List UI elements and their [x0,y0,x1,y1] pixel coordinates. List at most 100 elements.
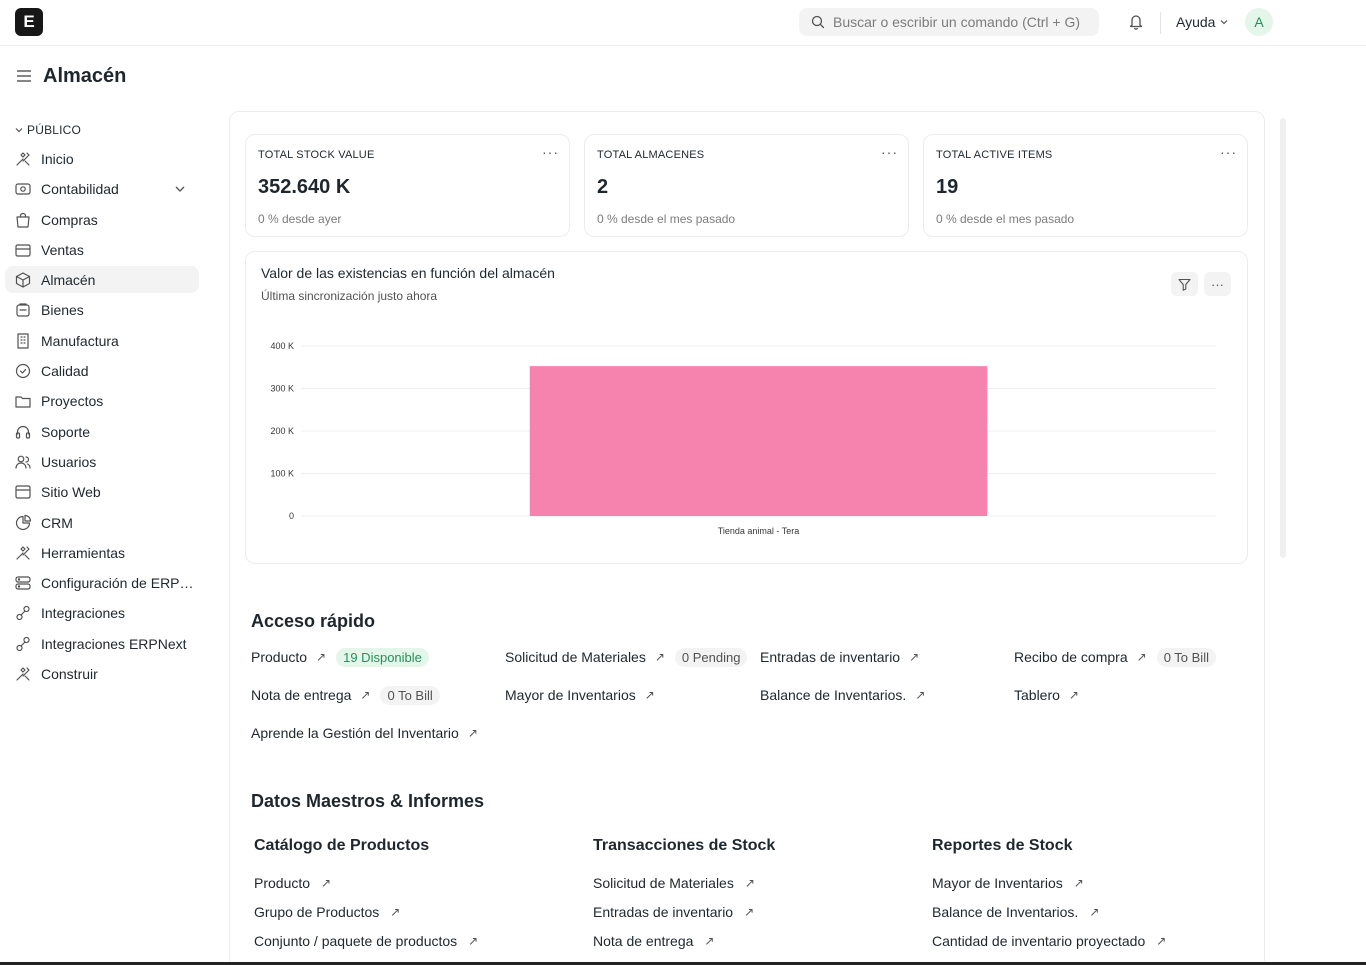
report-link[interactable]: Balance de Inventarios. ↗ [932,904,1099,920]
shortcut-item[interactable]: Nota de entrega ↗ 0 To Bill [251,685,440,705]
sidebar-item-label: Almacén [41,271,96,288]
card-menu-icon[interactable]: ··· [1220,144,1237,160]
sidebar-item-contabilidad[interactable]: Contabilidad [5,175,199,202]
sidebar-item-calidad[interactable]: Calidad [5,357,199,384]
sidebar-toggle-icon[interactable] [16,69,32,83]
shortcut-item[interactable]: Aprende la Gestión del Inventario ↗ [251,723,478,743]
sidebar-item-almacén[interactable]: Almacén [5,266,199,293]
card-menu-icon[interactable]: ··· [881,144,898,160]
arrow-up-right-icon: ↗ [909,650,920,664]
card-column-title: Transacciones de Stock [593,837,776,854]
arrow-up-right-icon: ↗ [1136,650,1147,664]
shortcut-item[interactable]: Balance de Inventarios. ↗ [760,685,925,705]
sidebar-item-inicio[interactable]: Inicio [5,145,199,172]
sidebar-item-soporte[interactable]: Soporte [5,418,199,445]
sidebar-item-label: Ventas [41,241,84,258]
report-link[interactable]: Cantidad de inventario proyectado ↗ [932,933,1166,949]
sidebar-item-integraciones[interactable]: Integraciones [5,599,199,626]
sidebar-item-label: Contabilidad [41,180,119,197]
card-label: TOTAL ALMACENES [597,149,705,161]
y-tick-label: 400 K [270,341,294,351]
tools-icon [14,150,32,168]
report-link-label: Nota de entrega [593,933,694,949]
sidebar-item-usuarios[interactable]: Usuarios [5,448,199,475]
navbar-divider [1160,12,1161,34]
card-value: 352.640 K [258,176,351,198]
user-avatar[interactable]: A [1245,8,1273,36]
sidebar-item-label: Sitio Web [41,483,101,500]
report-link[interactable]: Solicitud de Materiales ↗ [593,875,755,891]
tools-icon [14,544,32,562]
scrollbar[interactable] [1280,118,1286,558]
sidebar-item-integraciones-erpnext[interactable]: Integraciones ERPNext [5,630,199,657]
report-link-label: Conjunto / paquete de productos [254,933,458,949]
sidebar-item-construir[interactable]: Construir [5,660,199,687]
notification-bell-icon[interactable] [1128,13,1144,30]
help-label: Ayuda [1176,14,1216,30]
sidebar-item-label: Inicio [41,150,74,167]
number-card-active-items[interactable]: TOTAL ACTIVE ITEMS ··· 19 0 % desde el m… [923,134,1248,237]
shortcut-item[interactable]: Solicitud de Materiales ↗ 0 Pending [505,647,748,667]
assets-icon [14,301,32,319]
report-link[interactable]: Grupo de Productos ↗ [254,904,400,920]
box-icon [14,271,32,289]
shortcut-item[interactable]: Tablero ↗ [1014,685,1079,705]
search-bar[interactable] [799,8,1099,36]
report-link-label: Balance de Inventarios. [932,904,1079,920]
sidebar-item-compras[interactable]: Compras [5,206,199,233]
shortcut-label: Balance de Inventarios. [760,687,907,703]
shortcut-item[interactable]: Entradas de inventario ↗ [760,647,919,667]
sidebar-item-label: Herramientas [41,544,126,561]
sidebar-item-sitio-web[interactable]: Sitio Web [5,478,199,505]
arrow-up-right-icon: ↗ [744,876,755,890]
page-header: Almacén [0,46,1366,106]
y-tick-label: 100 K [270,469,294,479]
card-label: TOTAL ACTIVE ITEMS [936,149,1053,161]
arrow-up-right-icon: ↗ [1073,876,1084,890]
headset-icon [14,423,32,441]
shortcut-label: Recibo de compra [1014,649,1128,665]
shortcut-item[interactable]: Producto ↗ 19 Disponible [251,647,429,667]
shortcut-item[interactable]: Mayor de Inventarios ↗ [505,685,655,705]
arrow-up-right-icon: ↗ [390,905,401,919]
sidebar-item-manufactura[interactable]: Manufactura [5,327,199,354]
sidebar-item-herramientas[interactable]: Herramientas [5,539,199,566]
report-link[interactable]: Entradas de inventario ↗ [593,904,754,920]
card-menu-icon[interactable]: ··· [542,144,559,160]
arrow-up-right-icon: ↗ [467,726,478,740]
sidebar-item-label: Bienes [41,301,84,318]
shortcut-item[interactable]: Recibo de compra ↗ 0 To Bill [1014,647,1216,667]
number-card-warehouses[interactable]: TOTAL ALMACENES ··· 2 0 % desde el mes p… [584,134,909,237]
report-link[interactable]: Conjunto / paquete de productos ↗ [254,933,478,949]
report-link[interactable]: Mayor de Inventarios ↗ [932,875,1084,891]
sidebar-item-crm[interactable]: CRM [5,509,199,536]
top-navbar: E Ayuda A [0,0,1366,46]
y-tick-label: 0 [289,511,294,521]
arrow-up-right-icon: ↗ [1156,934,1167,948]
arrow-up-right-icon: ↗ [468,934,479,948]
arrow-up-right-icon: ↗ [321,876,332,890]
sidebar-section-toggle[interactable]: PÚBLICO [14,123,81,137]
sales-icon [14,241,32,259]
sidebar-item-ventas[interactable]: Ventas [5,236,199,263]
chart-bar[interactable] [529,366,988,516]
factory-icon [14,332,32,350]
build-icon [14,665,32,683]
sidebar-item-configuración-de-erpnext[interactable]: Configuración de ERPNext [5,569,199,596]
report-link[interactable]: Nota de entrega ↗ [593,933,714,949]
help-dropdown[interactable]: Ayuda [1176,14,1229,30]
quick-access-title: Acceso rápido [251,611,376,631]
sidebar-item-label: Construir [41,665,98,682]
report-link-label: Cantidad de inventario proyectado [932,933,1146,949]
sidebar-item-bienes[interactable]: Bienes [5,296,199,323]
card-value: 2 [597,176,609,198]
report-link[interactable]: Producto ↗ [254,875,331,891]
number-card-stock-value[interactable]: TOTAL STOCK VALUE ··· 352.640 K 0 % desd… [245,134,570,237]
shortcut-badge: 19 Disponible [336,647,429,667]
search-input[interactable] [833,14,1093,30]
app-logo[interactable]: E [15,8,43,36]
arrow-up-right-icon: ↗ [704,934,715,948]
chevron-down-icon[interactable] [173,182,187,199]
chevron-down-icon [15,128,23,133]
sidebar-item-proyectos[interactable]: Proyectos [5,387,199,414]
